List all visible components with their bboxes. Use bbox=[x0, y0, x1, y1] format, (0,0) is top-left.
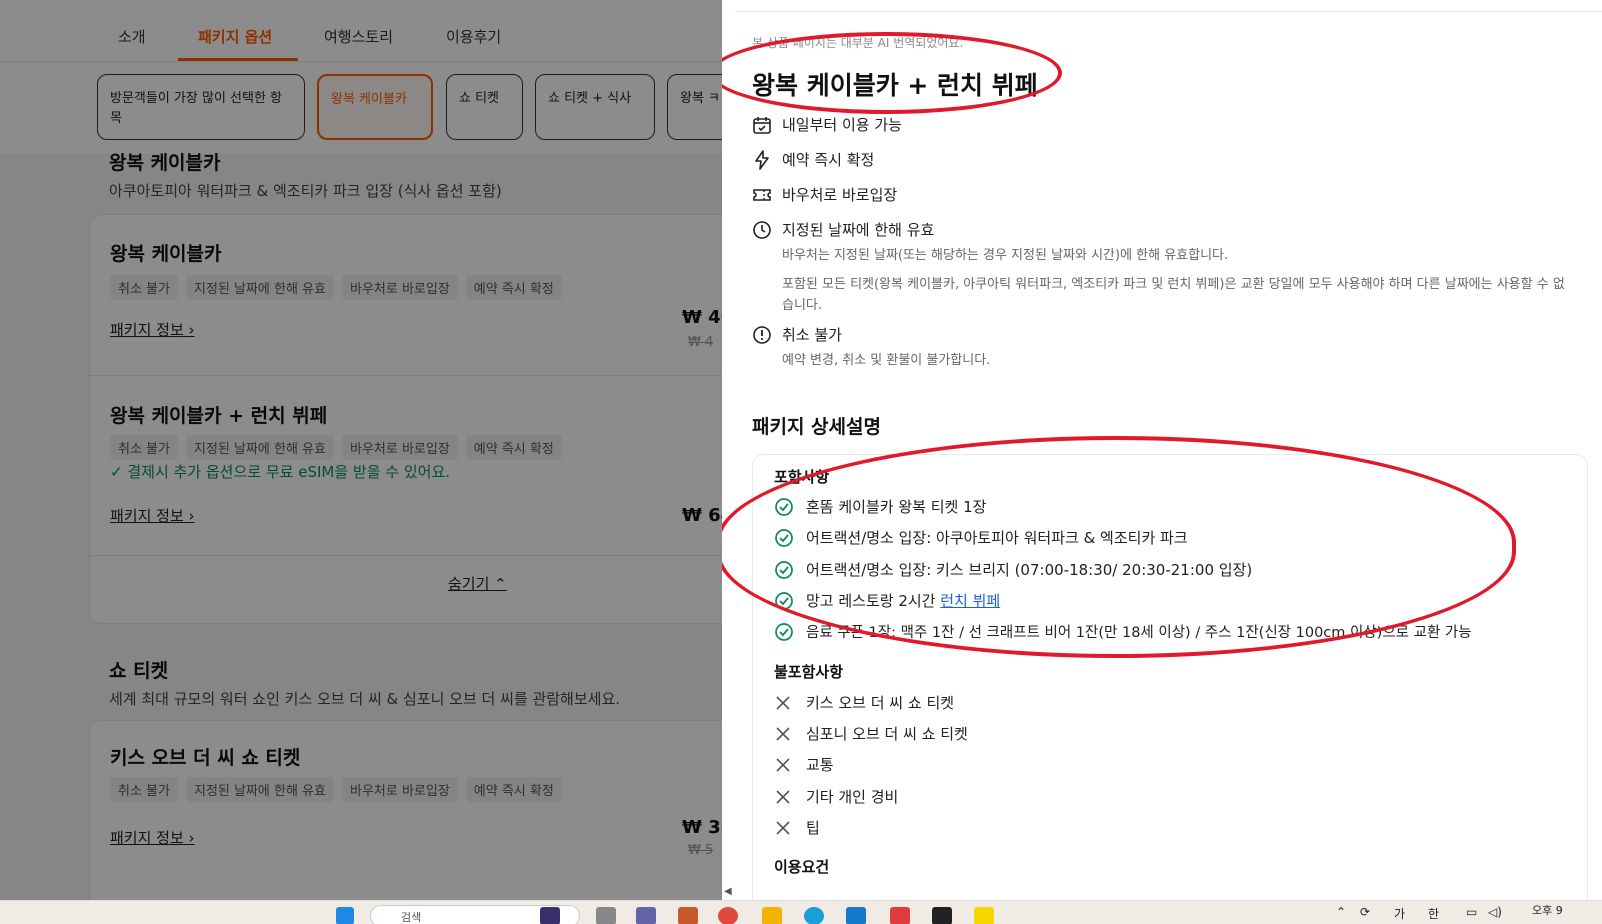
package-detail-heading: 패키지 상세설명 bbox=[752, 416, 881, 438]
excluded-text: 키스 오브 더 씨 쇼 티켓 bbox=[806, 694, 955, 712]
feature-text: 내일부터 이용 가능 bbox=[782, 116, 902, 134]
excluded-text: 심포니 오브 더 씨 쇼 티켓 bbox=[806, 725, 968, 743]
store-icon[interactable] bbox=[846, 907, 866, 924]
tray-sync-icon[interactable]: ⟳ bbox=[1360, 905, 1370, 919]
modal-backdrop[interactable] bbox=[0, 0, 722, 900]
package-detail-panel: 본 상품 페이지는 대부분 AI 번역되었어요. 왕복 케이블카 + 런치 뷔페… bbox=[722, 0, 1602, 900]
widget-icon[interactable] bbox=[540, 907, 560, 924]
kakaotalk-icon[interactable] bbox=[974, 907, 994, 924]
validity-description: 바우처는 지정된 날짜(또는 해당하는 경우 지정된 날짜와 시간)에 한해 유… bbox=[782, 248, 1229, 263]
ticket-icon bbox=[753, 188, 771, 201]
feature-voucher: 바우처로 바로입장 bbox=[752, 184, 897, 205]
file-icon[interactable] bbox=[596, 907, 616, 924]
annotation-ellipse-included bbox=[722, 436, 1516, 658]
ime-indicator[interactable]: 가 bbox=[1394, 905, 1405, 922]
excluded-item: 키스 오브 더 씨 쇼 티켓 bbox=[774, 692, 954, 713]
app-icon[interactable] bbox=[678, 907, 698, 924]
excluded-text: 기타 개인 경비 bbox=[806, 788, 899, 806]
network-icon[interactable]: ▭ bbox=[1466, 905, 1477, 919]
alert-icon bbox=[753, 325, 771, 344]
tray-chevron-icon[interactable]: ⌃ bbox=[1336, 905, 1346, 919]
excluded-item: 교통 bbox=[774, 754, 834, 775]
excluded-text: 팁 bbox=[806, 819, 820, 837]
folder-icon[interactable] bbox=[762, 907, 782, 924]
feature-validity: 지정된 날짜에 한해 유효 bbox=[752, 219, 934, 240]
chrome-icon[interactable] bbox=[718, 907, 738, 924]
excluded-item: 기타 개인 경비 bbox=[774, 786, 898, 807]
ime-mode[interactable]: 한 bbox=[1428, 905, 1439, 922]
volume-icon[interactable]: ◁) bbox=[1488, 905, 1502, 919]
windows-start-icon[interactable] bbox=[336, 907, 354, 924]
search-placeholder: 검색 bbox=[401, 911, 422, 924]
x-icon bbox=[776, 695, 790, 710]
teams-icon[interactable] bbox=[636, 907, 656, 924]
check-circle-icon bbox=[775, 622, 793, 641]
x-icon bbox=[776, 726, 790, 741]
feature-text: 바우처로 바로입장 bbox=[782, 186, 898, 204]
divider bbox=[735, 11, 1602, 12]
annotation-ellipse-title bbox=[722, 32, 1062, 114]
feature-text: 예약 즉시 확정 bbox=[782, 151, 875, 169]
validity-description-2: 포함된 모든 티켓(왕복 케이블카, 아쿠아틱 워터파크, 엑조티카 파크 및 … bbox=[782, 277, 1565, 313]
feature-instant-confirm: 예약 즉시 확정 bbox=[752, 149, 874, 170]
cancel-description: 예약 변경, 취소 및 환불이 불가합니다. bbox=[782, 353, 991, 368]
screen: 소개 패키지 옵션 여행스토리 이용후기 방문객들이 가장 많이 선택한 항목 … bbox=[0, 0, 1602, 924]
terminal-icon[interactable] bbox=[932, 907, 952, 924]
requirements-heading: 이용요건 bbox=[774, 858, 830, 876]
edge-icon[interactable] bbox=[804, 907, 824, 924]
feature-text: 취소 불가 bbox=[782, 326, 842, 344]
excluded-text: 교통 bbox=[806, 756, 834, 774]
clock-icon bbox=[753, 220, 771, 239]
feature-text: 지정된 날짜에 한해 유효 bbox=[782, 221, 935, 239]
clock[interactable]: 오후 9 bbox=[1532, 902, 1563, 918]
feature-non-refundable: 취소 불가 bbox=[752, 324, 842, 345]
x-icon bbox=[776, 757, 790, 772]
lightning-icon bbox=[755, 149, 769, 170]
scroll-left-arrow[interactable]: ◀ bbox=[724, 886, 732, 897]
excluded-heading: 불포함사항 bbox=[774, 663, 844, 681]
excluded-item: 심포니 오브 더 씨 쇼 티켓 bbox=[774, 723, 968, 744]
x-icon bbox=[776, 820, 790, 835]
taskbar: 검색 ⌃ ⟳ 가 한 ▭ ◁) 오후 9 bbox=[0, 900, 1602, 924]
app-icon[interactable] bbox=[890, 907, 910, 924]
feature-availability: 내일부터 이용 가능 bbox=[752, 114, 902, 135]
x-icon bbox=[776, 789, 790, 804]
calendar-icon bbox=[753, 116, 771, 134]
excluded-item: 팁 bbox=[774, 817, 820, 838]
product-page-background: 소개 패키지 옵션 여행스토리 이용후기 방문객들이 가장 많이 선택한 항목 … bbox=[0, 0, 722, 900]
